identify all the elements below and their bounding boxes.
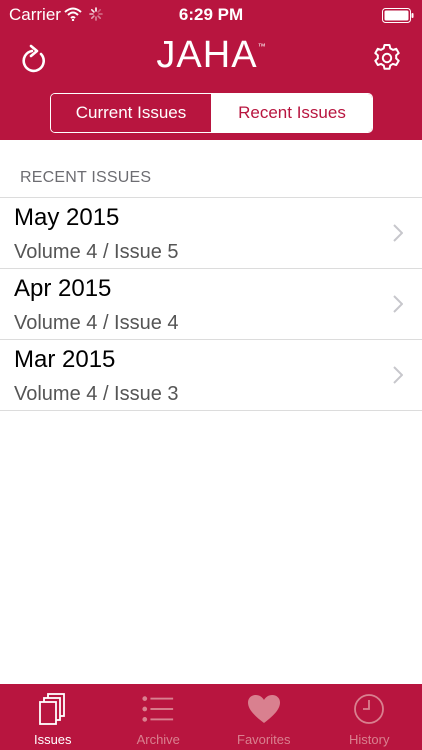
tab-current-issues[interactable]: Current Issues [51,94,212,132]
issue-subtitle: Volume 4 / Issue 3 [14,383,179,405]
issue-title: Mar 2015 [14,346,116,373]
header: Carrier 6:29 PM JAHA™ Current Issues Rec… [0,0,422,140]
issue-subtitle: Volume 4 / Issue 5 [14,241,179,263]
app-title: JAHA [156,34,258,76]
list-item-issue-3[interactable]: Mar 2015 Volume 4 / Issue 3 [0,340,422,411]
chevron-right-icon [393,295,403,313]
tab-label: Favorites [237,732,291,747]
tab-archive[interactable]: Archive [106,684,212,750]
chevron-right-icon [393,224,403,242]
battery-icon [382,8,414,23]
tab-bar: Issues Archive Favorites History [0,684,422,750]
tab-recent-issues[interactable]: Recent Issues [212,94,372,132]
list-item-issue-2[interactable]: Apr 2015 Volume 4 / Issue 4 [0,269,422,340]
list-item-issue-1[interactable]: May 2015 Volume 4 / Issue 5 [0,198,422,269]
status-bar: Carrier 6:29 PM [0,0,422,30]
nav-bar: JAHA™ [0,30,422,86]
issues-icon [38,693,65,725]
archive-list-icon [142,696,174,722]
issue-list: May 2015 Volume 4 / Issue 5 Apr 2015 Vol… [0,197,422,411]
tab-label: Archive [136,732,180,747]
issue-title: Apr 2015 [14,275,112,302]
tab-favorites[interactable]: Favorites [211,684,317,750]
trademark-mark: ™ [257,42,266,51]
gear-icon [374,44,400,70]
issues-segmented-control: Current Issues Recent Issues [50,93,373,133]
issue-subtitle: Volume 4 / Issue 4 [14,312,179,334]
settings-button[interactable] [367,38,407,78]
section-header: RECENT ISSUES [20,169,152,186]
app-logo: JAHA™ [0,34,422,77]
issue-title: May 2015 [14,204,120,231]
status-time: 6:29 PM [178,5,244,24]
tab-label: History [349,732,390,747]
chevron-right-icon [393,366,403,384]
clock-icon [354,694,385,724]
tab-issues[interactable]: Issues [0,684,106,750]
heart-icon [247,695,280,723]
tab-label: Issues [33,732,72,747]
tab-history[interactable]: History [317,684,422,750]
